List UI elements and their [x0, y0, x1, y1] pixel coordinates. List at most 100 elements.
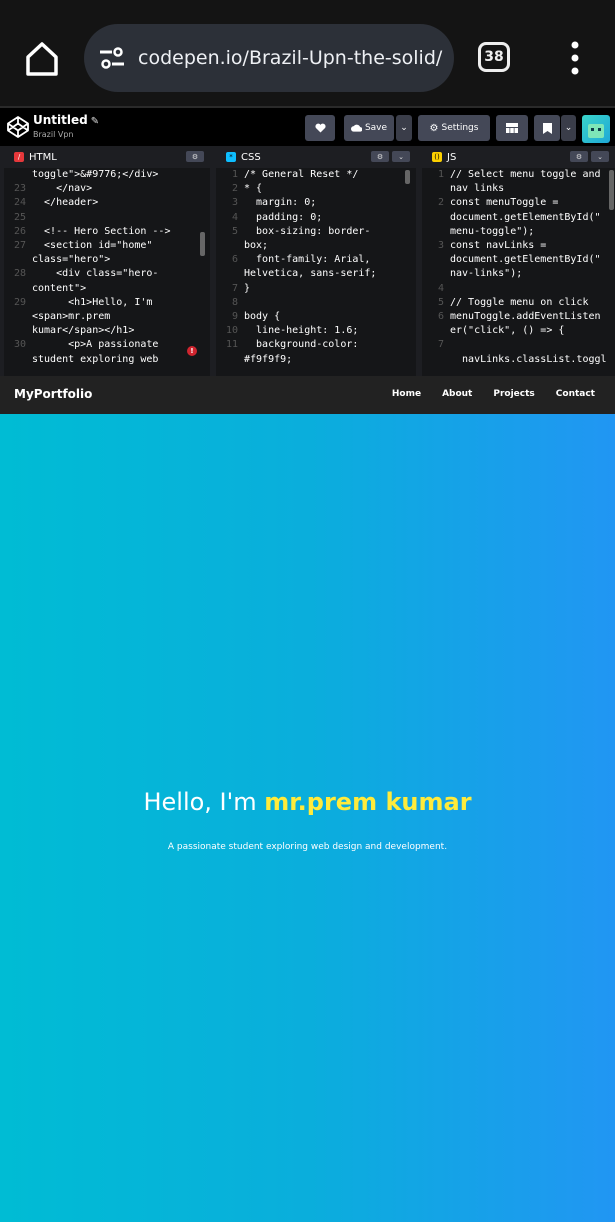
love-button[interactable]: [305, 115, 335, 141]
site-logo[interactable]: MyPortfolio: [14, 387, 92, 401]
code-line[interactable]: #f9f9f9;: [216, 353, 416, 367]
css-scrollbar[interactable]: [405, 170, 410, 184]
save-options-button[interactable]: ⌄: [396, 115, 412, 141]
line-number: 1: [437, 169, 444, 180]
code-line[interactable]: nav-links");: [422, 267, 615, 281]
gear-icon[interactable]: ⚙: [186, 151, 204, 162]
code-line[interactable]: 28 <div class="hero-: [4, 267, 210, 281]
nav-links: Home About Projects Contact: [392, 389, 595, 399]
code-text: <p>A passionate: [32, 339, 159, 351]
code-text: er("click", () => {: [450, 325, 565, 337]
cloud-icon: [351, 124, 362, 132]
code-text: const navLinks =: [450, 240, 547, 252]
error-icon[interactable]: !: [187, 346, 197, 356]
code-line[interactable]: 27 <section id="home": [4, 239, 210, 253]
code-line[interactable]: class="hero">: [4, 253, 210, 267]
css-code[interactable]: 1 /* General Reset */ 2 * {3 margin: 0; 4 pa…: [216, 168, 416, 376]
code-line[interactable]: 30 <p>A passionate: [4, 338, 210, 352]
code-text: box-sizing: border-: [244, 225, 371, 237]
more-vert-icon[interactable]: [568, 40, 582, 76]
code-line[interactable]: 8: [216, 296, 416, 310]
tune-icon[interactable]: [98, 46, 126, 70]
bookmark-options-button[interactable]: ⌄: [561, 115, 576, 141]
code-text: class="hero">: [32, 254, 111, 266]
html-pane-title: HTML: [29, 151, 57, 163]
html-scrollbar[interactable]: [200, 232, 205, 256]
code-text: body {: [244, 311, 281, 323]
code-line[interactable]: 3 margin: 0;: [216, 196, 416, 210]
code-line[interactable]: navLinks.classList.toggl: [422, 353, 615, 367]
code-line[interactable]: 9 body {: [216, 310, 416, 324]
css-editor-pane: * CSS ⚙ ⌄ 1/* General Reset */2 * {3 margi…: [216, 146, 416, 376]
avatar[interactable]: [582, 115, 610, 143]
code-line[interactable]: <span>mr.prem: [4, 310, 210, 324]
tab-switcher-button[interactable]: 38: [478, 42, 510, 72]
code-line[interactable]: menu-toggle");: [422, 225, 615, 239]
code-text: /* General Reset */: [244, 169, 359, 180]
gear-icon[interactable]: ⚙: [570, 151, 588, 162]
code-line[interactable]: 24 </header>: [4, 196, 210, 210]
code-text: #f9f9f9;: [244, 353, 293, 365]
css-pane-title: CSS: [241, 151, 261, 163]
line-number: [216, 267, 244, 281]
gear-icon[interactable]: ⚙: [371, 151, 389, 162]
chevron-down-icon[interactable]: ⌄: [591, 151, 609, 162]
nav-link-projects[interactable]: Projects: [493, 389, 534, 399]
line-number: 1: [231, 169, 238, 180]
code-line[interactable]: 1 /* General Reset */: [216, 168, 416, 182]
pen-author[interactable]: Brazil Vpn: [33, 130, 74, 139]
line-number: 26: [13, 225, 26, 237]
code-line[interactable]: Helvetica, sans-serif;: [216, 267, 416, 281]
code-line[interactable]: 26 <!-- Hero Section -->: [4, 225, 210, 239]
chevron-down-icon[interactable]: ⌄: [392, 151, 410, 162]
nav-link-about[interactable]: About: [442, 389, 472, 399]
code-line[interactable]: 5 box-sizing: border-: [216, 225, 416, 239]
js-scrollbar[interactable]: [609, 170, 614, 210]
js-pane-header: () JS ⚙ ⌄: [422, 146, 615, 168]
code-line[interactable]: 7: [422, 338, 615, 352]
code-line[interactable]: content">: [4, 282, 210, 296]
code-line[interactable]: toggle">&#9776;</div>: [4, 168, 210, 182]
home-icon[interactable]: [22, 38, 62, 78]
code-line[interactable]: 6 font-family: Arial,: [216, 253, 416, 267]
save-button[interactable]: Save: [344, 115, 394, 141]
code-line[interactable]: 5 // Toggle menu on click: [422, 296, 615, 310]
code-line[interactable]: 29 <h1>Hello, I'm: [4, 296, 210, 310]
url-bar[interactable]: codepen.io/Brazil-Upn-the-solid/: [84, 24, 454, 92]
code-line[interactable]: kumar</span></h1>: [4, 324, 210, 338]
codepen-header: Untitled ✎ Brazil Vpn Save ⌄ ⚙ Settings ⌄: [0, 106, 615, 146]
js-code[interactable]: 1 // Select menu toggle and nav links 2 cons…: [422, 168, 615, 376]
code-line[interactable]: 6 menuToggle.addEventListen: [422, 310, 615, 324]
line-number: 23: [13, 183, 26, 195]
bookmark-icon: [542, 122, 552, 134]
code-line[interactable]: 3 const navLinks =: [422, 239, 615, 253]
code-line[interactable]: er("click", () => {: [422, 324, 615, 338]
line-number: 2: [231, 183, 238, 195]
pen-title[interactable]: Untitled ✎: [33, 113, 99, 127]
code-text: <section id="home": [32, 240, 153, 252]
code-line[interactable]: 11 background-color:: [216, 338, 416, 352]
change-view-button[interactable]: [496, 115, 528, 141]
code-line[interactable]: document.getElementById(": [422, 253, 615, 267]
nav-link-home[interactable]: Home: [392, 389, 421, 399]
code-line[interactable]: document.getElementById(": [422, 211, 615, 225]
code-line[interactable]: 4 padding: 0;: [216, 211, 416, 225]
code-line[interactable]: 10 line-height: 1.6;: [216, 324, 416, 338]
html-code[interactable]: toggle">&#9776;</div> 23 </nav> 24 </heade…: [4, 168, 210, 376]
code-line[interactable]: 7}: [216, 282, 416, 296]
pencil-icon[interactable]: ✎: [91, 116, 99, 127]
url-text[interactable]: codepen.io/Brazil-Upn-the-solid/: [138, 47, 443, 69]
nav-link-contact[interactable]: Contact: [556, 389, 595, 399]
code-line[interactable]: 4: [422, 282, 615, 296]
bookmark-button[interactable]: [534, 115, 560, 141]
code-line[interactable]: 23 </nav>: [4, 182, 210, 196]
code-line[interactable]: box;: [216, 239, 416, 253]
code-line[interactable]: student exploring web: [4, 353, 210, 367]
codepen-logo-icon[interactable]: [6, 115, 30, 139]
code-line[interactable]: nav links: [422, 182, 615, 196]
settings-button[interactable]: ⚙ Settings: [418, 115, 490, 141]
code-line[interactable]: 2 const menuToggle =: [422, 196, 615, 210]
code-line[interactable]: 25: [4, 211, 210, 225]
code-line[interactable]: 1 // Select menu toggle and: [422, 168, 615, 182]
code-line[interactable]: 2 * {: [216, 182, 416, 196]
